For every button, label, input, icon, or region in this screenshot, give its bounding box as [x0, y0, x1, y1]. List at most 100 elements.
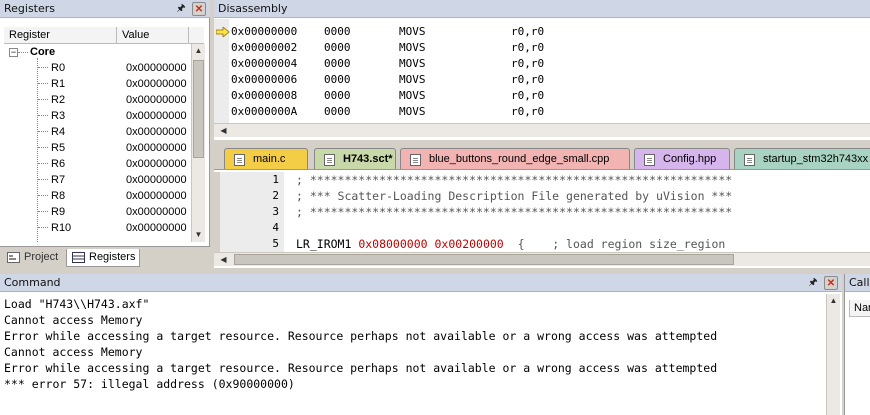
code-text: ; **************************************… [296, 205, 733, 219]
register-name: R10 [51, 222, 72, 234]
scroll-thumb[interactable] [193, 60, 204, 158]
close-icon[interactable]: ✕ [824, 276, 838, 290]
code-line[interactable]: 5 LR_IROM1 0x08000000 0x00200000 { ; load… [214, 236, 870, 252]
register-row[interactable]: R0 0x00000000 [4, 60, 191, 76]
group-label: Core [30, 46, 56, 58]
register-name: R4 [51, 126, 66, 138]
disassembly-row[interactable]: 0x00000000 0000 MOVS r0,r0 [214, 24, 854, 40]
callstack-pane-title: Call [845, 274, 870, 292]
code-line[interactable]: 1 ; *************************************… [214, 172, 870, 188]
register-row[interactable]: R1 0x00000000 [4, 76, 191, 92]
file-icon [324, 154, 335, 166]
code-hex-literal: 0x08000000 [358, 237, 428, 251]
code-keyword: LR_IROM1 [296, 237, 359, 251]
register-row[interactable]: R5 0x00000000 [4, 140, 191, 156]
disassembly-pane: Disassembly 0x00000000 0000 MOVS r0,r0 0x000… [214, 0, 870, 140]
registers-title-text: Registers [4, 2, 56, 15]
code-text: ; *** Scatter-Loading Description File g… [296, 189, 733, 203]
command-output-line: Cannot access Memory [4, 313, 143, 327]
callstack-pane: Call Nar [844, 274, 870, 415]
register-row[interactable]: R10 0x00000000 [4, 220, 191, 236]
register-value[interactable]: 0x00000000 [126, 172, 187, 188]
register-row[interactable]: R9 0x00000000 [4, 204, 191, 220]
register-value[interactable]: 0x00000000 [126, 92, 187, 108]
instruction-mnemonic: MOVS [399, 57, 426, 70]
code-line[interactable]: 2 ; *** Scatter-Loading Description File … [214, 188, 870, 204]
register-row[interactable]: R8 0x00000000 [4, 188, 191, 204]
editor-tab[interactable]: H743.sct* [314, 148, 396, 169]
register-name: R5 [51, 142, 66, 154]
instruction-address: 0x0000000A [231, 105, 298, 118]
editor-tab[interactable]: startup_stm32h743xx [734, 148, 870, 169]
tab-registers[interactable]: Registers [66, 249, 141, 267]
registers-icon [72, 252, 85, 263]
collapse-icon[interactable]: − [9, 48, 18, 57]
instruction-opcode: 0000 [324, 105, 351, 118]
scroll-down-icon[interactable]: ▼ [192, 228, 205, 242]
registers-scrollbar[interactable]: ▲ ▼ [191, 44, 205, 242]
instruction-operands: r0,r0 [511, 73, 545, 86]
callstack-column-header[interactable]: Nar [849, 300, 870, 317]
editor-tab[interactable]: blue_buttons_round_edge_small.cpp [400, 148, 630, 169]
code-line[interactable]: 4 [214, 220, 870, 236]
column-header-value[interactable]: Value [117, 27, 189, 43]
register-value[interactable]: 0x00000000 [126, 60, 187, 76]
instruction-address: 0x00000006 [231, 73, 298, 86]
register-value[interactable]: 0x00000000 [126, 140, 187, 156]
register-name: R8 [51, 190, 66, 202]
pin-icon[interactable]: 🖈 [806, 276, 820, 290]
register-row[interactable]: R4 0x00000000 [4, 124, 191, 140]
line-number: 3 [272, 205, 279, 218]
editor-tab[interactable]: main.c [224, 148, 308, 169]
disassembly-row[interactable]: 0x0000000A 0000 MOVS r0,r0 [214, 104, 854, 120]
tree-group-core[interactable]: − Core [4, 44, 191, 60]
scroll-up-icon[interactable]: ▲ [192, 44, 205, 58]
scroll-left-icon[interactable]: ◀ [217, 124, 230, 138]
register-value[interactable]: 0x00000000 [126, 204, 187, 220]
register-name: R2 [51, 94, 66, 106]
register-row[interactable]: R2 0x00000000 [4, 92, 191, 108]
editor-tab-label: main.c [253, 153, 286, 165]
scroll-thumb[interactable] [234, 254, 734, 265]
registers-tab-strip: Project Registers [0, 246, 210, 268]
code-comment: { ; load region size_region [503, 237, 726, 251]
tab-project[interactable]: Project [2, 249, 62, 267]
instruction-operands: r0,r0 [511, 25, 545, 38]
code-line[interactable]: 3 ; *************************************… [214, 204, 870, 220]
register-value[interactable]: 0x00000000 [126, 188, 187, 204]
editor-tab[interactable]: Config.hpp [634, 148, 730, 169]
register-value[interactable]: 0x00000000 [126, 124, 187, 140]
register-row[interactable]: R6 0x00000000 [4, 156, 191, 172]
scroll-up-icon[interactable]: ▲ [827, 294, 840, 308]
line-number: 1 [272, 173, 279, 186]
disassembly-row[interactable]: 0x00000006 0000 MOVS r0,r0 [214, 72, 854, 88]
close-icon[interactable]: ✕ [192, 2, 206, 16]
command-output[interactable]: Load "H743\\H743.axf" Cannot access Memor… [4, 296, 822, 392]
column-header-register[interactable]: Register [4, 27, 117, 43]
instruction-opcode: 0000 [324, 89, 351, 102]
register-value[interactable]: 0x00000000 [126, 156, 187, 172]
register-value[interactable]: 0x00000000 [126, 108, 187, 124]
register-row[interactable]: R3 0x00000000 [4, 108, 191, 124]
command-scrollbar[interactable]: ▲ [826, 294, 840, 415]
disassembly-row[interactable]: 0x00000008 0000 MOVS r0,r0 [214, 88, 854, 104]
code-hex-literal: 0x00200000 [434, 237, 504, 251]
pin-icon[interactable]: 🖈 [174, 2, 188, 16]
instruction-opcode: 0000 [324, 25, 351, 38]
instruction-operands: r0,r0 [511, 41, 545, 54]
file-icon [644, 154, 655, 166]
register-value[interactable]: 0x00000000 [126, 76, 187, 92]
scroll-left-icon[interactable]: ◀ [217, 253, 230, 267]
disassembly-hscrollbar[interactable]: ◀ [214, 123, 870, 137]
register-value[interactable]: 0x00000000 [126, 220, 187, 236]
disassembly-row[interactable]: 0x00000002 0000 MOVS r0,r0 [214, 40, 854, 56]
register-name: R1 [51, 78, 66, 90]
line-number: 4 [272, 221, 279, 234]
editor-tab-label: Config.hpp [663, 153, 717, 165]
register-row[interactable]: R7 0x00000000 [4, 172, 191, 188]
project-icon [7, 252, 20, 263]
editor-hscrollbar[interactable]: ◀ [214, 252, 870, 266]
file-icon [744, 154, 755, 166]
disassembly-row[interactable]: 0x00000004 0000 MOVS r0,r0 [214, 56, 854, 72]
